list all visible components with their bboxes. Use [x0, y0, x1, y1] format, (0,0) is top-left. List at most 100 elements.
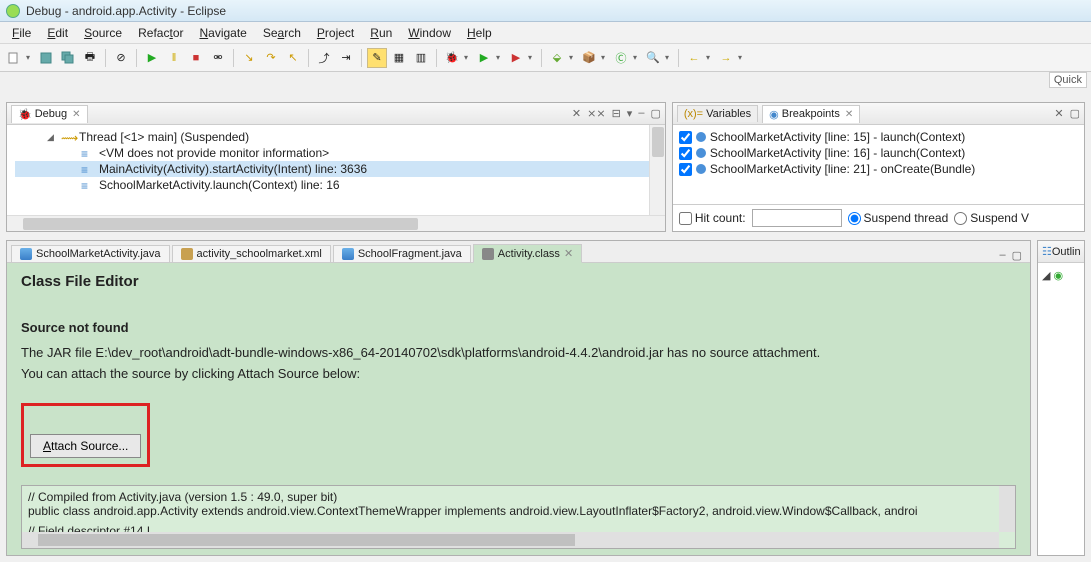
stack-frame[interactable]: ≡ <VM does not provide monitor informati…	[15, 145, 657, 161]
horizontal-scrollbar[interactable]	[22, 532, 999, 548]
dropdown-icon[interactable]: ▾	[496, 53, 504, 62]
toolbar: ▾ 🖶 ⊘ ▶ ‖ ■ ⚮ ↘ ↷ ↖ ⤴ ⇥ ✎ ▦ ▥ 🐞▾ ▶▾ ▶▾ ⬙…	[0, 44, 1091, 72]
step-return-button[interactable]: ↖	[283, 48, 303, 68]
breakpoint-properties: Hit count: Suspend thread Suspend V	[673, 204, 1084, 231]
bug-icon: 🐞	[18, 108, 32, 121]
editor-tab[interactable]: SchoolFragment.java	[333, 245, 471, 262]
debug-run-button[interactable]: 🐞	[442, 48, 462, 68]
quick-access[interactable]: Quick	[1049, 72, 1087, 88]
hit-count-checkbox[interactable]	[679, 212, 692, 225]
breakpoint-checkbox[interactable]	[679, 163, 692, 176]
tool-a-button[interactable]: ✎	[367, 48, 387, 68]
suspend-vm-radio[interactable]	[954, 212, 967, 225]
menu-edit[interactable]: Edit	[39, 24, 76, 42]
breakpoints-view: (x)= Variables ◉ Breakpoints ✕ ✕ ▢ Schoo…	[672, 102, 1085, 232]
dropdown-icon[interactable]: ▾	[706, 53, 714, 62]
thread-node[interactable]: ◢ ⟿ Thread [<1> main] (Suspended)	[15, 129, 657, 145]
dropdown-icon[interactable]: ▾	[633, 53, 641, 62]
stack-frame[interactable]: ≡ SchoolMarketActivity.launch(Context) l…	[15, 177, 657, 193]
variables-icon: (x)=	[684, 108, 703, 120]
dropdown-icon[interactable]: ▾	[601, 53, 609, 62]
close-icon[interactable]: ✕	[70, 109, 80, 120]
save-button[interactable]	[36, 48, 56, 68]
minimize-icon[interactable]: ‒	[638, 107, 644, 120]
dropdown-icon[interactable]: ▾	[738, 53, 746, 62]
vertical-scrollbar[interactable]	[649, 125, 665, 215]
debug-view: 🐞 Debug ✕ ✕ ⨯⨯ ⊟ ▾ ‒ ▢ ◢ ⟿ Thread [<1> m…	[6, 102, 666, 232]
back-button[interactable]: ←	[684, 48, 704, 68]
expand-icon[interactable]: ◢	[47, 132, 57, 143]
remove-icon[interactable]: ✕	[1054, 107, 1063, 120]
new-button[interactable]	[4, 48, 24, 68]
suspend-thread-radio[interactable]	[848, 212, 861, 225]
attach-source-button[interactable]: Attach Source...	[30, 434, 141, 458]
breakpoints-tab[interactable]: ◉ Breakpoints ✕	[762, 105, 860, 123]
new-class-button[interactable]: Ⓒ	[611, 48, 631, 68]
breakpoint-dot-icon	[696, 164, 706, 174]
outline-icon: ☷	[1042, 245, 1052, 258]
step-filter-button[interactable]: ⇥	[336, 48, 356, 68]
menu-source[interactable]: Source	[76, 24, 130, 42]
collapse-icon[interactable]: ⊟	[612, 107, 621, 120]
remove-icon[interactable]: ✕	[572, 107, 581, 120]
window-titlebar: Debug - android.app.Activity - Eclipse	[0, 0, 1091, 22]
new-package-button[interactable]: 📦	[579, 48, 599, 68]
editor-tab-active[interactable]: Activity.class ✕	[473, 244, 582, 263]
dropdown-icon[interactable]: ▾	[665, 53, 673, 62]
tool-b-button[interactable]: ▦	[389, 48, 409, 68]
step-over-button[interactable]: ↷	[261, 48, 281, 68]
menu-run[interactable]: Run	[362, 24, 400, 42]
breakpoint-item[interactable]: SchoolMarketActivity [line: 21] - onCrea…	[679, 161, 1078, 177]
menu-window[interactable]: Window	[400, 24, 459, 42]
decompiled-code[interactable]: // Compiled from Activity.java (version …	[21, 485, 1016, 549]
external-button[interactable]: ▶	[506, 48, 526, 68]
close-icon[interactable]: ✕	[564, 247, 573, 260]
breakpoint-checkbox[interactable]	[679, 131, 692, 144]
close-icon[interactable]: ✕	[843, 109, 853, 120]
maximize-icon[interactable]: ▢	[1070, 107, 1080, 120]
breakpoint-item[interactable]: SchoolMarketActivity [line: 16] - launch…	[679, 145, 1078, 161]
drop-frame-button[interactable]: ⤴	[314, 48, 334, 68]
disconnect-button[interactable]: ⚮	[208, 48, 228, 68]
editor-tab[interactable]: SchoolMarketActivity.java	[11, 245, 170, 262]
dropdown-icon[interactable]: ▾	[464, 53, 472, 62]
maximize-icon[interactable]: ▢	[1012, 249, 1022, 262]
suspend-button[interactable]: ‖	[164, 48, 184, 68]
editor-heading: Class File Editor	[21, 273, 1016, 290]
tool-c-button[interactable]: ▥	[411, 48, 431, 68]
print-button[interactable]: 🖶	[80, 48, 100, 68]
dropdown-icon[interactable]: ▾	[569, 53, 577, 62]
menu-file[interactable]: File	[4, 24, 39, 42]
remove-all-icon[interactable]: ⨯⨯	[587, 107, 605, 120]
vertical-scrollbar[interactable]	[999, 486, 1015, 532]
skip-breakpoints-button[interactable]: ⊘	[111, 48, 131, 68]
maximize-icon[interactable]: ▢	[650, 107, 660, 120]
save-all-button[interactable]	[58, 48, 78, 68]
breakpoint-checkbox[interactable]	[679, 147, 692, 160]
hit-count-input[interactable]	[752, 209, 842, 227]
run-button[interactable]: ▶	[474, 48, 494, 68]
stack-frame[interactable]: ≡ MainActivity(Activity).startActivity(I…	[15, 161, 657, 177]
outline-node[interactable]: ◢ ◉	[1042, 269, 1080, 282]
menu-refactor[interactable]: Refactor	[130, 24, 191, 42]
view-menu-icon[interactable]: ▾	[627, 107, 633, 120]
variables-tab[interactable]: (x)= Variables	[677, 105, 758, 122]
step-into-button[interactable]: ↘	[239, 48, 259, 68]
minimize-icon[interactable]: ‒	[999, 249, 1005, 262]
horizontal-scrollbar[interactable]	[7, 215, 665, 231]
editor-tab[interactable]: activity_schoolmarket.xml	[172, 245, 331, 262]
menu-search[interactable]: Search	[255, 24, 309, 42]
dropdown-icon[interactable]: ▾	[528, 53, 536, 62]
terminate-button[interactable]: ■	[186, 48, 206, 68]
debug-tab[interactable]: 🐞 Debug ✕	[11, 105, 88, 123]
menu-project[interactable]: Project	[309, 24, 362, 42]
menu-navigate[interactable]: Navigate	[191, 24, 254, 42]
open-type-button[interactable]: 🔍	[643, 48, 663, 68]
resume-button[interactable]: ▶	[142, 48, 162, 68]
forward-button[interactable]: →	[716, 48, 736, 68]
breakpoint-item[interactable]: SchoolMarketActivity [line: 15] - launch…	[679, 129, 1078, 145]
breakpoint-dot-icon	[696, 148, 706, 158]
dropdown-icon[interactable]: ▾	[26, 53, 34, 62]
menu-help[interactable]: Help	[459, 24, 500, 42]
android-button[interactable]: ⬙	[547, 48, 567, 68]
